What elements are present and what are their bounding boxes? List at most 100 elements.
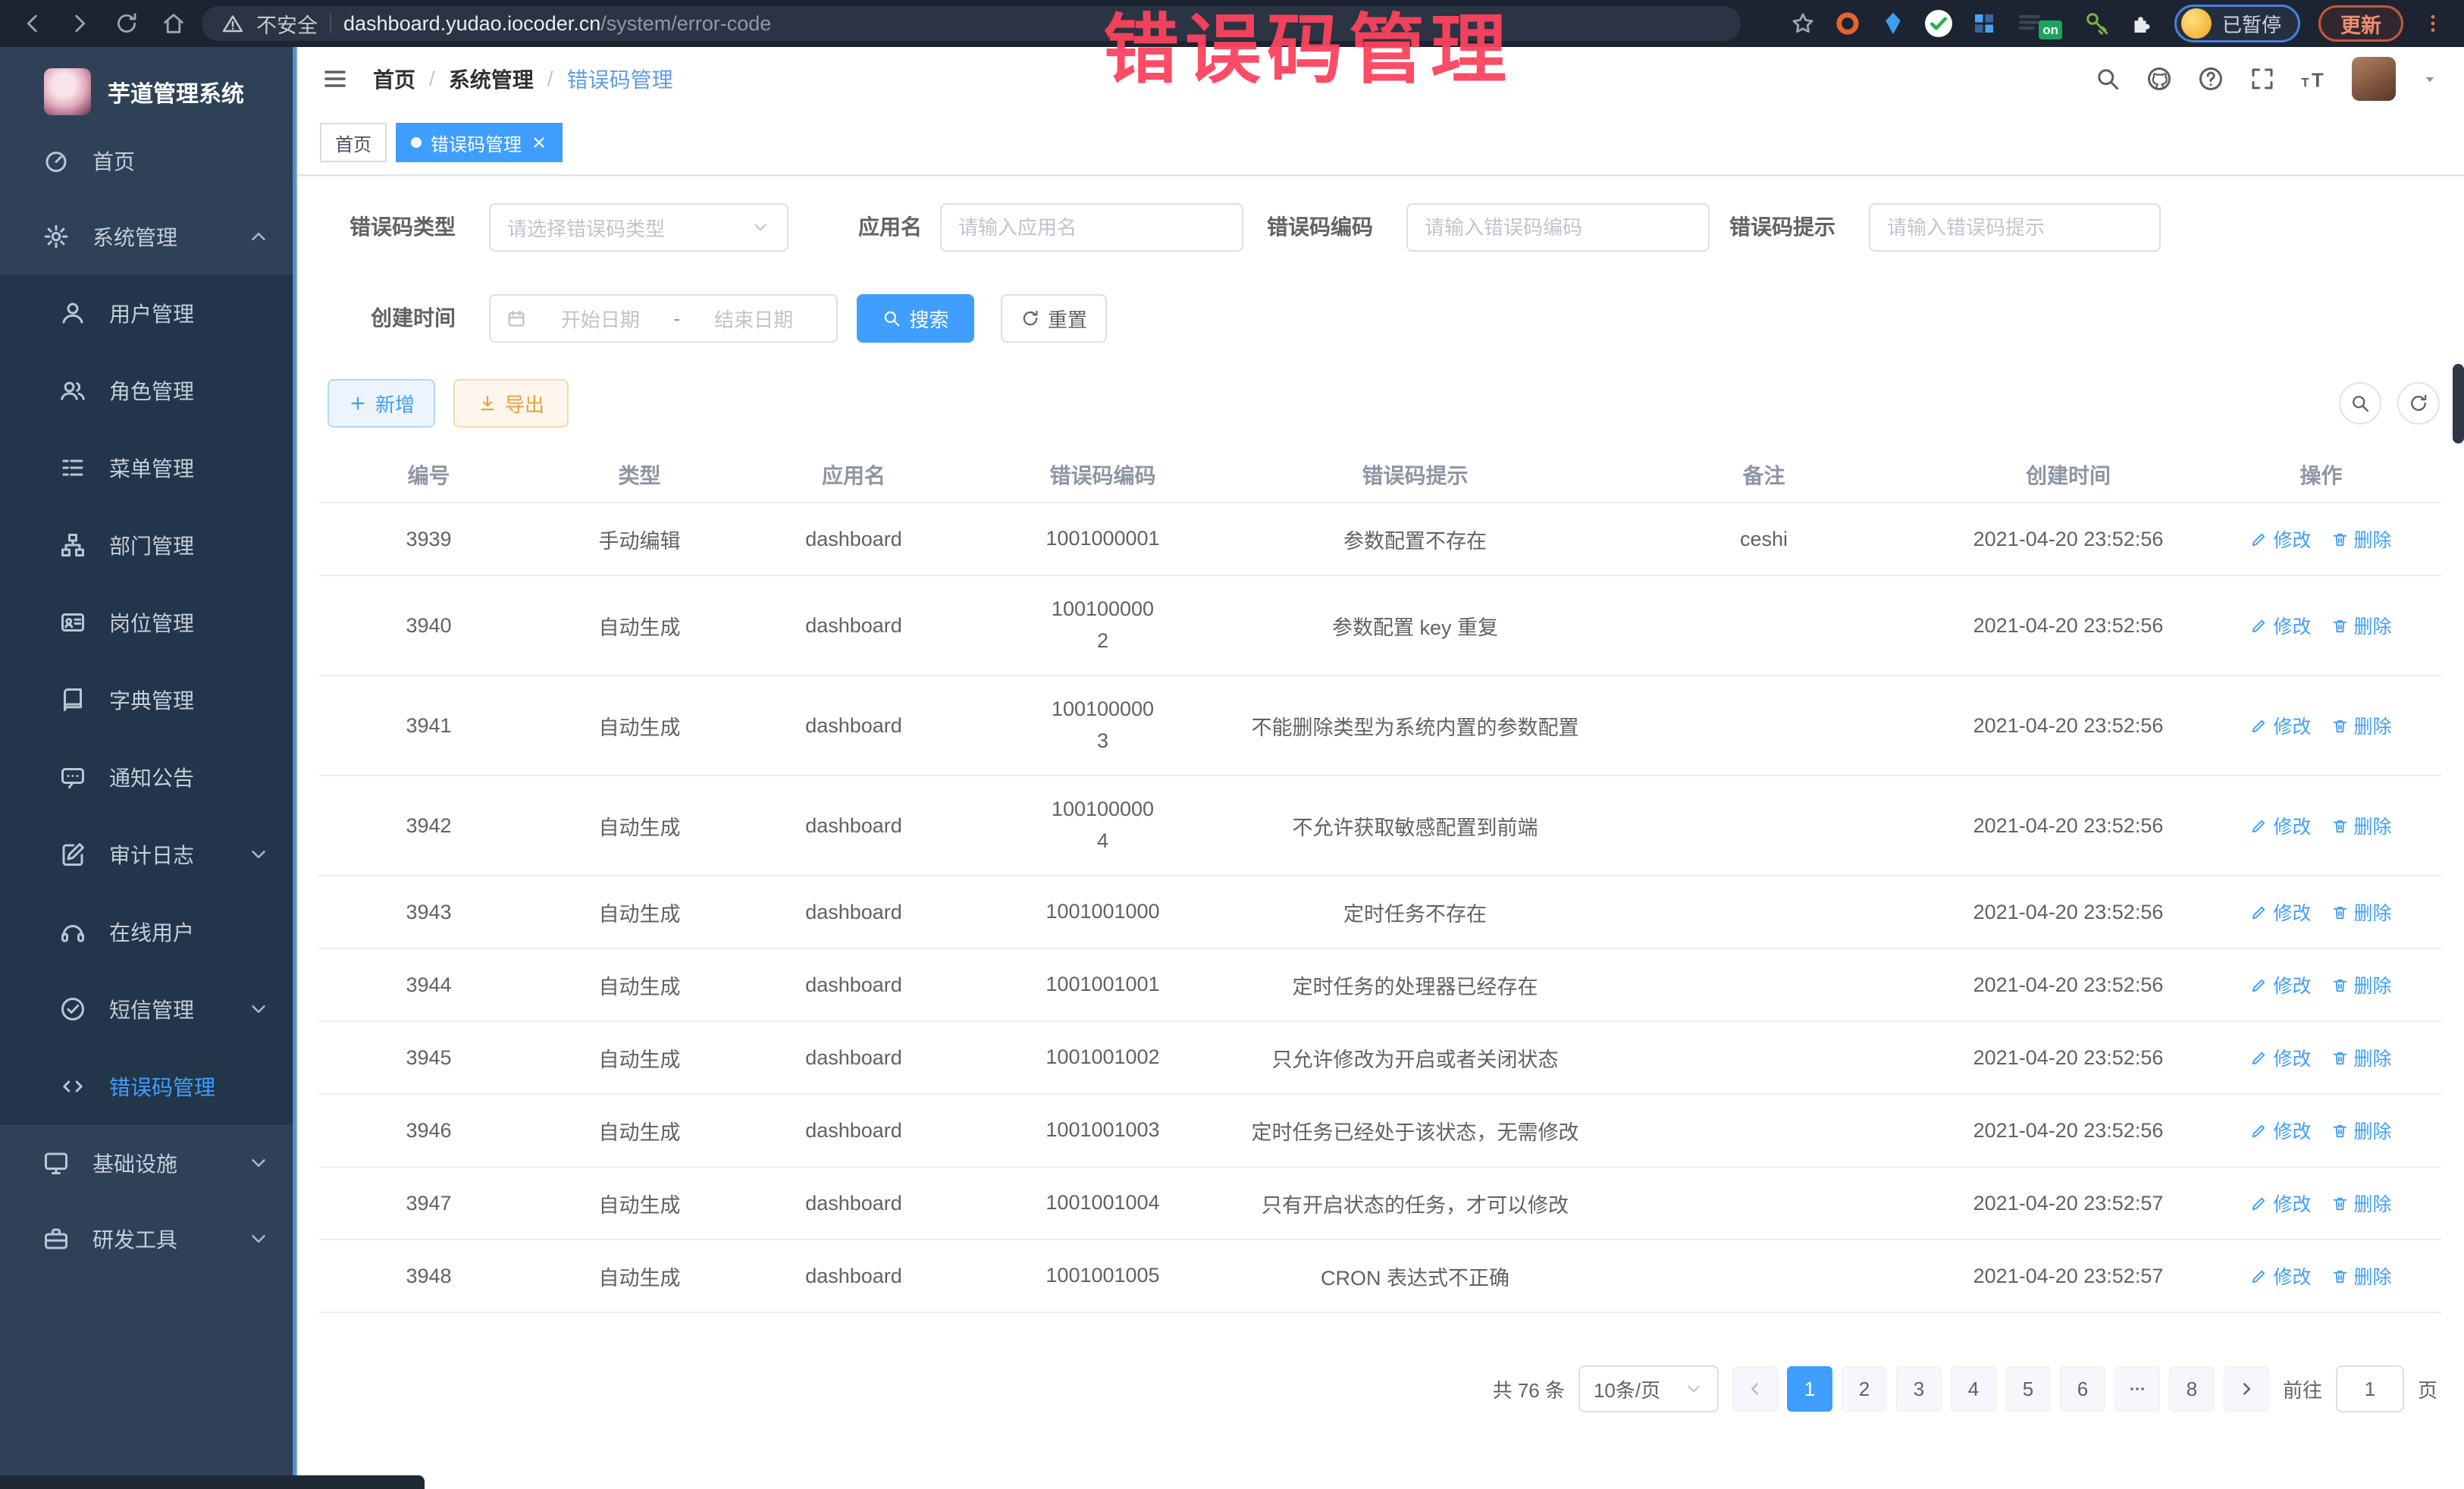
edit-row-link[interactable]: 修改 [2250,898,2311,926]
extension-green-check-icon[interactable] [1925,10,1952,37]
page-scrollbar-thumb[interactable] [2453,364,2464,444]
sidebar-item-home[interactable]: 首页 [0,123,296,199]
page-button-1[interactable]: 1 [1787,1366,1832,1412]
tag-error-code-management[interactable]: 错误码管理 [396,123,563,162]
refresh-table-button[interactable] [2397,382,2440,425]
edit-row-link[interactable]: 修改 [2250,1044,2311,1071]
user-avatar[interactable] [2352,57,2396,101]
reset-button[interactable]: 重置 [1001,294,1107,343]
error-code-input[interactable] [1408,205,1708,250]
edit-row-link[interactable]: 修改 [2250,712,2311,739]
error-type-select[interactable]: 请选择错误码类型 [489,203,788,252]
delete-row-link[interactable]: 删除 [2331,812,2392,839]
sidebar-item-error-code-management[interactable]: 错误码管理 [0,1048,296,1125]
extension-grid-icon[interactable] [1970,10,1998,37]
browser-menu-kebab-icon[interactable] [2422,11,2444,36]
sidebar-item-user-management[interactable]: 用户管理 [0,274,296,352]
export-button[interactable]: 导出 [453,379,569,428]
edit-row-link[interactable]: 修改 [2250,612,2311,639]
table-row[interactable]: 3945自动生成dashboard1001001002只允许修改为开启或者关闭状… [318,1022,2441,1095]
delete-row-link[interactable]: 删除 [2331,898,2392,926]
breadcrumb-system[interactable]: 系统管理 [449,64,534,94]
browser-update-button[interactable]: 更新 [2318,5,2403,42]
sidebar-item-sms-management[interactable]: 短信管理 [0,970,296,1048]
tag-home[interactable]: 首页 [320,123,387,162]
delete-row-link[interactable]: 删除 [2331,971,2392,998]
profile-paused-badge[interactable]: 已暂停 [2174,5,2300,42]
browser-home-button[interactable] [161,11,187,36]
table-row[interactable]: 3940自动生成dashboard100100000 2参数配置 key 重复2… [318,576,2441,676]
github-icon[interactable] [2146,65,2173,92]
extension-key-icon[interactable] [2083,10,2111,37]
sidebar-scrollbar[interactable] [293,47,297,1489]
error-msg-input[interactable] [1870,205,2159,250]
search-button[interactable]: 搜索 [857,294,974,343]
prev-page-button[interactable] [1732,1366,1778,1412]
delete-row-link[interactable]: 删除 [2331,1190,2392,1217]
sidebar-item-dept-management[interactable]: 部门管理 [0,506,296,584]
table-row[interactable]: 3946自动生成dashboard1001001003定时任务已经处于该状态，无… [318,1095,2441,1168]
delete-row-link[interactable]: 删除 [2331,525,2392,553]
help-icon[interactable] [2197,65,2224,92]
table-row[interactable]: 3944自动生成dashboard1001001001定时任务的处理器已经存在2… [318,949,2441,1022]
sidebar-item-dev-tools[interactable]: 研发工具 [0,1201,296,1277]
app-name-input[interactable] [942,205,1242,250]
page-button-3[interactable]: 3 [1896,1366,1942,1412]
extensions-puzzle-icon[interactable] [2129,10,2156,37]
avatar-caret-down-icon[interactable] [2420,69,2440,89]
page-button-4[interactable]: 4 [1951,1366,1996,1412]
bookmark-star-icon[interactable] [1790,11,1816,36]
delete-row-link[interactable]: 删除 [2331,612,2392,639]
page-button-6[interactable]: 6 [2060,1366,2105,1412]
page-size-select[interactable]: 10条/页 [1578,1365,1719,1412]
sidebar-item-post-management[interactable]: 岗位管理 [0,584,296,661]
table-row[interactable]: 3941自动生成dashboard100100000 3不能删除类型为系统内置的… [318,676,2441,776]
delete-row-link[interactable]: 删除 [2331,1044,2392,1071]
header-search-icon[interactable] [2094,65,2121,92]
sidebar-item-role-management[interactable]: 角色管理 [0,352,296,429]
extension-gem-icon[interactable] [1879,10,1907,37]
sidebar-item-infrastructure[interactable]: 基础设施 [0,1125,296,1201]
edit-row-link[interactable]: 修改 [2250,812,2311,839]
date-range-picker[interactable]: 开始日期 - 结束日期 [489,294,838,343]
cell-time: 2021-04-20 23:52:56 [1936,1119,2201,1143]
page-button-5[interactable]: 5 [2005,1366,2051,1412]
sidebar-item-notice-management[interactable]: 通知公告 [0,738,296,816]
tag-close-icon[interactable] [531,134,547,151]
fullscreen-icon[interactable] [2249,65,2276,92]
browser-forward-button[interactable] [67,11,92,36]
add-button[interactable]: 新增 [328,379,435,428]
toggle-search-button[interactable] [2339,382,2381,425]
goto-page-input[interactable] [2337,1367,2403,1411]
edit-row-link[interactable]: 修改 [2250,1262,2311,1290]
font-size-icon[interactable]: TT [2300,65,2328,92]
cell-id: 3943 [318,901,539,924]
breadcrumb-home[interactable]: 首页 [373,64,415,94]
sidebar-item-system-management[interactable]: 系统管理 [0,199,296,274]
edit-row-link[interactable]: 修改 [2250,1190,2311,1217]
table-row[interactable]: 3942自动生成dashboard100100000 4不允许获取敏感配置到前端… [318,776,2441,876]
table-row[interactable]: 3939手动编辑dashboard1001000001参数配置不存在ceshi2… [318,503,2441,576]
delete-row-link[interactable]: 删除 [2331,1117,2392,1144]
browser-reload-button[interactable] [114,11,140,36]
page-button-2[interactable]: 2 [1842,1366,1887,1412]
sidebar-item-online-users[interactable]: 在线用户 [0,893,296,970]
sidebar-item-dict-management[interactable]: 字典管理 [0,661,296,738]
table-row[interactable]: 3943自动生成dashboard1001001000定时任务不存在2021-0… [318,876,2441,949]
more-pages-button[interactable] [2114,1366,2160,1412]
next-page-button[interactable] [2224,1366,2269,1412]
edit-row-link[interactable]: 修改 [2250,525,2311,553]
table-row[interactable]: 3948自动生成dashboard1001001005CRON 表达式不正确20… [318,1240,2441,1313]
sidebar-item-menu-management[interactable]: 菜单管理 [0,429,296,506]
edit-row-link[interactable]: 修改 [2250,1117,2311,1144]
hamburger-icon[interactable] [320,65,350,92]
extension-orange-icon[interactable] [1834,10,1861,37]
browser-back-button[interactable] [20,11,45,36]
sidebar-logo-row[interactable]: 芋道管理系统 [0,47,296,123]
edit-row-link[interactable]: 修改 [2250,971,2311,998]
page-button-8[interactable]: 8 [2169,1366,2215,1412]
sidebar-item-audit-log[interactable]: 审计日志 [0,816,296,893]
table-row[interactable]: 3947自动生成dashboard1001001004只有开启状态的任务，才可以… [318,1168,2441,1240]
delete-row-link[interactable]: 删除 [2331,712,2392,739]
delete-row-link[interactable]: 删除 [2331,1262,2392,1290]
